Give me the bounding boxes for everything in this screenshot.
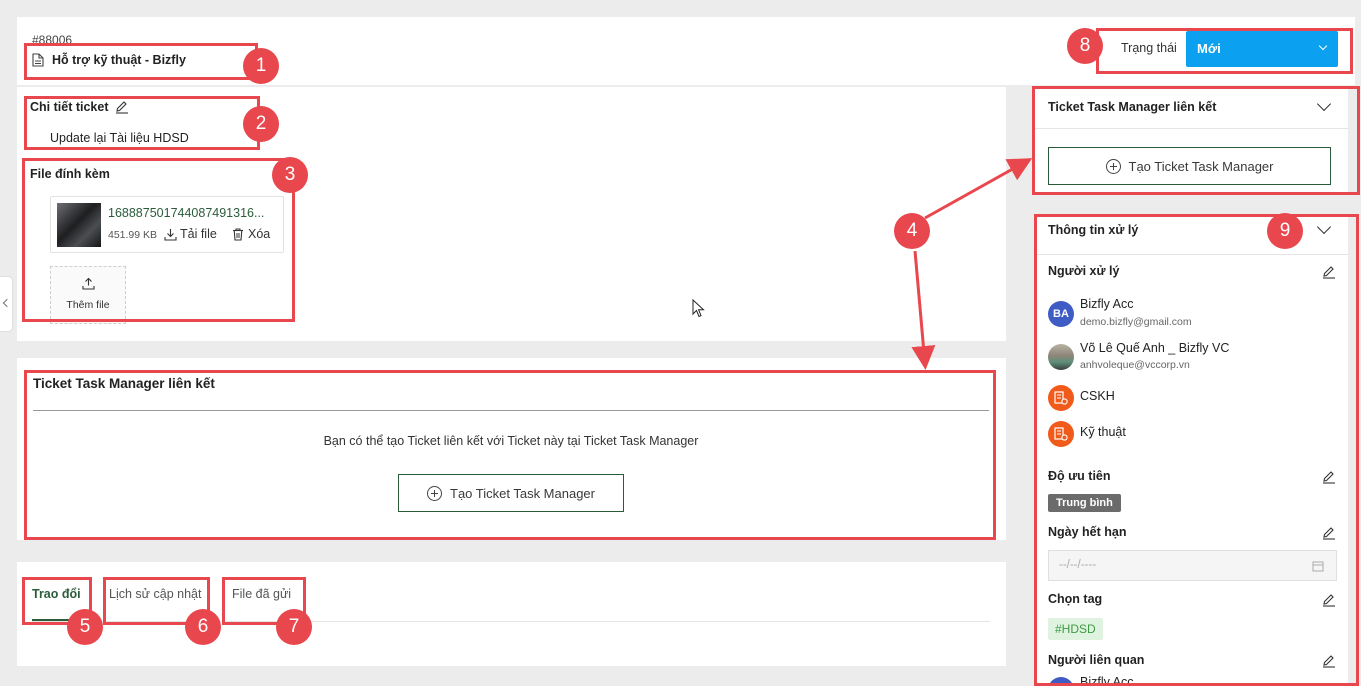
annotation-badge-4: 4 — [894, 213, 930, 249]
annotation-badge-2: 2 — [243, 106, 279, 142]
annotation-badge-9: 9 — [1267, 213, 1303, 249]
annotation-badge-1: 1 — [243, 48, 279, 84]
annotation-badge-6: 6 — [185, 609, 221, 645]
annotation-badge-8: 8 — [1067, 28, 1103, 64]
annotation-badge-5: 5 — [67, 609, 103, 645]
annotation-badge-7: 7 — [276, 609, 312, 645]
annotation-badge-3: 3 — [272, 157, 308, 193]
annotation-arrows — [911, 158, 1033, 370]
